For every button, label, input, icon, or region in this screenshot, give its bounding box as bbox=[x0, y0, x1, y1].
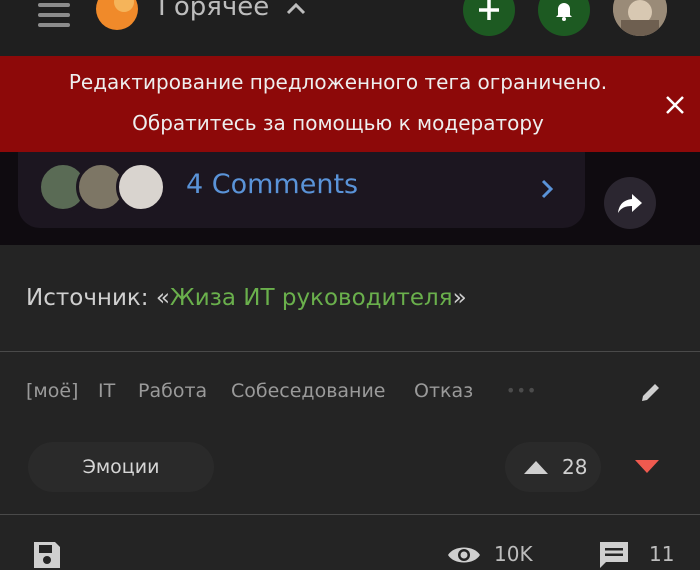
bell-icon bbox=[556, 3, 572, 21]
embedded-screenshot: 4 Comments bbox=[0, 152, 700, 245]
error-banner: Редактирование предложенного тега ограни… bbox=[0, 56, 700, 152]
banner-message-line-1: Редактирование предложенного тега ограни… bbox=[68, 70, 608, 94]
source-prefix: Источник: « bbox=[26, 285, 170, 311]
notifications-button[interactable] bbox=[538, 0, 590, 36]
chevron-right-icon bbox=[541, 179, 554, 199]
rating-value: 28 bbox=[562, 455, 588, 479]
emotions-button[interactable]: Эмоции bbox=[28, 442, 214, 492]
downvote-icon[interactable] bbox=[634, 459, 660, 475]
comments-bubble: 4 Comments bbox=[18, 152, 585, 228]
views-count: 10K bbox=[494, 542, 533, 566]
comments-link: 4 Comments bbox=[186, 169, 359, 200]
menu-icon[interactable] bbox=[38, 3, 70, 27]
plus-icon bbox=[479, 0, 499, 20]
eye-icon bbox=[448, 547, 480, 563]
banner-message-line-2: Обратитесь за помощью к модератору bbox=[132, 111, 544, 135]
source-line: Источник: «Жиза ИТ руководителя» bbox=[26, 285, 467, 311]
add-post-button[interactable] bbox=[463, 0, 515, 36]
share-icon bbox=[618, 194, 642, 213]
upvote-icon[interactable] bbox=[523, 459, 549, 475]
tag-item[interactable]: Отказ bbox=[414, 380, 473, 402]
logo-icon[interactable] bbox=[94, 0, 140, 32]
tag-item[interactable]: [моё] bbox=[26, 380, 78, 402]
chevron-up-icon[interactable] bbox=[285, 0, 307, 16]
source-suffix: » bbox=[452, 285, 467, 311]
feed-title[interactable]: Горячее bbox=[158, 0, 269, 22]
tag-item[interactable]: Собеседование bbox=[231, 380, 386, 402]
edit-icon[interactable] bbox=[639, 380, 663, 404]
divider bbox=[0, 351, 700, 352]
save-icon[interactable] bbox=[32, 540, 62, 570]
divider bbox=[0, 514, 700, 515]
comment-icon[interactable] bbox=[598, 540, 630, 570]
tag-item[interactable]: Работа bbox=[138, 380, 207, 402]
more-tags-button[interactable]: ••• bbox=[506, 381, 537, 400]
commenter-avatar bbox=[116, 162, 166, 212]
top-app-bar: Горячее bbox=[0, 0, 700, 56]
source-link[interactable]: Жиза ИТ руководителя bbox=[170, 285, 453, 311]
tag-item[interactable]: IT bbox=[98, 380, 115, 402]
page: Горячее Редактирование предложенного тег… bbox=[0, 0, 700, 570]
avatar[interactable] bbox=[613, 0, 667, 36]
close-icon[interactable] bbox=[660, 90, 690, 120]
share-button bbox=[604, 177, 656, 229]
comments-count: 11 bbox=[649, 542, 675, 566]
